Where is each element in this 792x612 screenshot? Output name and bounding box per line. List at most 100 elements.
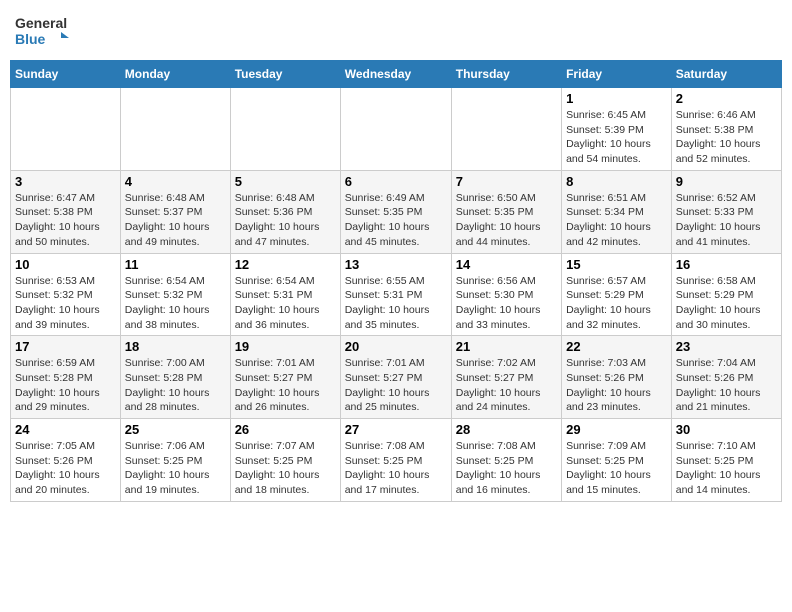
calendar-cell: 2 Sunrise: 6:46 AM Sunset: 5:38 PM Daylig…	[671, 88, 781, 171]
day-info: Sunrise: 6:54 AM Sunset: 5:32 PM Dayligh…	[125, 274, 226, 333]
calendar-cell: 3 Sunrise: 6:47 AM Sunset: 5:38 PM Daylig…	[11, 170, 121, 253]
calendar-week-4: 24Sunrise: 7:05 AM Sunset: 5:26 PM Dayli…	[11, 419, 782, 502]
day-number: 14	[456, 257, 557, 272]
calendar-cell: 22Sunrise: 7:03 AM Sunset: 5:26 PM Dayli…	[562, 336, 672, 419]
day-number: 7	[456, 174, 557, 189]
day-number: 15	[566, 257, 667, 272]
day-info: Sunrise: 6:49 AM Sunset: 5:35 PM Dayligh…	[345, 191, 447, 250]
calendar-cell: 30 Sunrise: 7:10 AM Sunset: 5:25 PM Dayli…	[671, 419, 781, 502]
calendar-cell: 15 Sunrise: 6:57 AM Sunset: 5:29 PM Dayli…	[562, 253, 672, 336]
day-info: Sunrise: 7:05 AM Sunset: 5:26 PM Dayligh…	[15, 439, 116, 498]
calendar-cell: 21Sunrise: 7:02 AM Sunset: 5:27 PM Dayli…	[451, 336, 561, 419]
calendar-cell: 27 Sunrise: 7:08 AM Sunset: 5:25 PM Dayli…	[340, 419, 451, 502]
day-header-wednesday: Wednesday	[340, 61, 451, 88]
calendar-week-3: 17 Sunrise: 6:59 AM Sunset: 5:28 PM Dayli…	[11, 336, 782, 419]
day-info: Sunrise: 7:10 AM Sunset: 5:25 PM Dayligh…	[676, 439, 777, 498]
day-info: Sunrise: 7:01 AM Sunset: 5:27 PM Dayligh…	[235, 356, 336, 415]
day-info: Sunrise: 7:08 AM Sunset: 5:25 PM Dayligh…	[456, 439, 557, 498]
day-info: Sunrise: 6:48 AM Sunset: 5:37 PM Dayligh…	[125, 191, 226, 250]
day-info: Sunrise: 6:50 AM Sunset: 5:35 PM Dayligh…	[456, 191, 557, 250]
svg-text:Blue: Blue	[15, 31, 46, 47]
calendar-cell: 19 Sunrise: 7:01 AM Sunset: 5:27 PM Dayli…	[230, 336, 340, 419]
day-header-monday: Monday	[120, 61, 230, 88]
day-info: Sunrise: 6:48 AM Sunset: 5:36 PM Dayligh…	[235, 191, 336, 250]
day-header-friday: Friday	[562, 61, 672, 88]
day-number: 9	[676, 174, 777, 189]
day-number: 30	[676, 422, 777, 437]
day-number: 2	[676, 91, 777, 106]
day-number: 5	[235, 174, 336, 189]
calendar-cell	[11, 88, 121, 171]
day-info: Sunrise: 6:53 AM Sunset: 5:32 PM Dayligh…	[15, 274, 116, 333]
day-info: Sunrise: 7:07 AM Sunset: 5:25 PM Dayligh…	[235, 439, 336, 498]
calendar-cell: 17 Sunrise: 6:59 AM Sunset: 5:28 PM Dayli…	[11, 336, 121, 419]
calendar-week-0: 1Sunrise: 6:45 AM Sunset: 5:39 PM Daylig…	[11, 88, 782, 171]
day-number: 19	[235, 339, 336, 354]
day-number: 11	[125, 257, 226, 272]
calendar-cell: 10 Sunrise: 6:53 AM Sunset: 5:32 PM Dayli…	[11, 253, 121, 336]
day-number: 10	[15, 257, 116, 272]
calendar-week-1: 3 Sunrise: 6:47 AM Sunset: 5:38 PM Daylig…	[11, 170, 782, 253]
day-number: 3	[15, 174, 116, 189]
day-number: 28	[456, 422, 557, 437]
day-info: Sunrise: 7:09 AM Sunset: 5:25 PM Dayligh…	[566, 439, 667, 498]
logo: GeneralBlue	[15, 10, 70, 50]
day-info: Sunrise: 6:55 AM Sunset: 5:31 PM Dayligh…	[345, 274, 447, 333]
calendar-cell	[451, 88, 561, 171]
calendar-cell: 6 Sunrise: 6:49 AM Sunset: 5:35 PM Daylig…	[340, 170, 451, 253]
calendar-cell	[230, 88, 340, 171]
day-info: Sunrise: 6:58 AM Sunset: 5:29 PM Dayligh…	[676, 274, 777, 333]
day-number: 20	[345, 339, 447, 354]
page-header: GeneralBlue	[10, 10, 782, 50]
day-number: 12	[235, 257, 336, 272]
calendar-cell: 24Sunrise: 7:05 AM Sunset: 5:26 PM Dayli…	[11, 419, 121, 502]
day-info: Sunrise: 7:06 AM Sunset: 5:25 PM Dayligh…	[125, 439, 226, 498]
calendar-cell: 5 Sunrise: 6:48 AM Sunset: 5:36 PM Daylig…	[230, 170, 340, 253]
day-number: 26	[235, 422, 336, 437]
calendar-cell: 16Sunrise: 6:58 AM Sunset: 5:29 PM Dayli…	[671, 253, 781, 336]
day-info: Sunrise: 6:56 AM Sunset: 5:30 PM Dayligh…	[456, 274, 557, 333]
day-info: Sunrise: 7:04 AM Sunset: 5:26 PM Dayligh…	[676, 356, 777, 415]
day-number: 23	[676, 339, 777, 354]
day-number: 6	[345, 174, 447, 189]
day-header-tuesday: Tuesday	[230, 61, 340, 88]
day-info: Sunrise: 7:00 AM Sunset: 5:28 PM Dayligh…	[125, 356, 226, 415]
calendar-cell: 11 Sunrise: 6:54 AM Sunset: 5:32 PM Dayli…	[120, 253, 230, 336]
day-info: Sunrise: 6:47 AM Sunset: 5:38 PM Dayligh…	[15, 191, 116, 250]
day-number: 22	[566, 339, 667, 354]
day-header-thursday: Thursday	[451, 61, 561, 88]
calendar-cell	[340, 88, 451, 171]
day-number: 13	[345, 257, 447, 272]
calendar-cell: 4 Sunrise: 6:48 AM Sunset: 5:37 PM Daylig…	[120, 170, 230, 253]
calendar-cell	[120, 88, 230, 171]
calendar-cell: 1Sunrise: 6:45 AM Sunset: 5:39 PM Daylig…	[562, 88, 672, 171]
calendar-cell: 8 Sunrise: 6:51 AM Sunset: 5:34 PM Daylig…	[562, 170, 672, 253]
calendar-cell: 29 Sunrise: 7:09 AM Sunset: 5:25 PM Dayli…	[562, 419, 672, 502]
logo-icon: GeneralBlue	[15, 10, 70, 50]
calendar-cell: 7 Sunrise: 6:50 AM Sunset: 5:35 PM Daylig…	[451, 170, 561, 253]
day-number: 27	[345, 422, 447, 437]
day-header-sunday: Sunday	[11, 61, 121, 88]
day-info: Sunrise: 6:59 AM Sunset: 5:28 PM Dayligh…	[15, 356, 116, 415]
calendar-table: SundayMondayTuesdayWednesdayThursdayFrid…	[10, 60, 782, 502]
calendar-week-2: 10 Sunrise: 6:53 AM Sunset: 5:32 PM Dayli…	[11, 253, 782, 336]
day-info: Sunrise: 6:46 AM Sunset: 5:38 PM Dayligh…	[676, 108, 777, 167]
day-number: 8	[566, 174, 667, 189]
calendar-cell: 26 Sunrise: 7:07 AM Sunset: 5:25 PM Dayli…	[230, 419, 340, 502]
day-number: 21	[456, 339, 557, 354]
calendar-cell: 14 Sunrise: 6:56 AM Sunset: 5:30 PM Dayli…	[451, 253, 561, 336]
svg-text:General: General	[15, 15, 67, 31]
calendar-cell: 12 Sunrise: 6:54 AM Sunset: 5:31 PM Dayli…	[230, 253, 340, 336]
calendar-header-row: SundayMondayTuesdayWednesdayThursdayFrid…	[11, 61, 782, 88]
day-number: 1	[566, 91, 667, 106]
day-info: Sunrise: 6:54 AM Sunset: 5:31 PM Dayligh…	[235, 274, 336, 333]
calendar-cell: 20Sunrise: 7:01 AM Sunset: 5:27 PM Dayli…	[340, 336, 451, 419]
day-number: 17	[15, 339, 116, 354]
day-number: 29	[566, 422, 667, 437]
day-info: Sunrise: 6:57 AM Sunset: 5:29 PM Dayligh…	[566, 274, 667, 333]
day-number: 4	[125, 174, 226, 189]
day-header-saturday: Saturday	[671, 61, 781, 88]
day-info: Sunrise: 6:51 AM Sunset: 5:34 PM Dayligh…	[566, 191, 667, 250]
day-info: Sunrise: 7:08 AM Sunset: 5:25 PM Dayligh…	[345, 439, 447, 498]
calendar-cell: 28 Sunrise: 7:08 AM Sunset: 5:25 PM Dayli…	[451, 419, 561, 502]
